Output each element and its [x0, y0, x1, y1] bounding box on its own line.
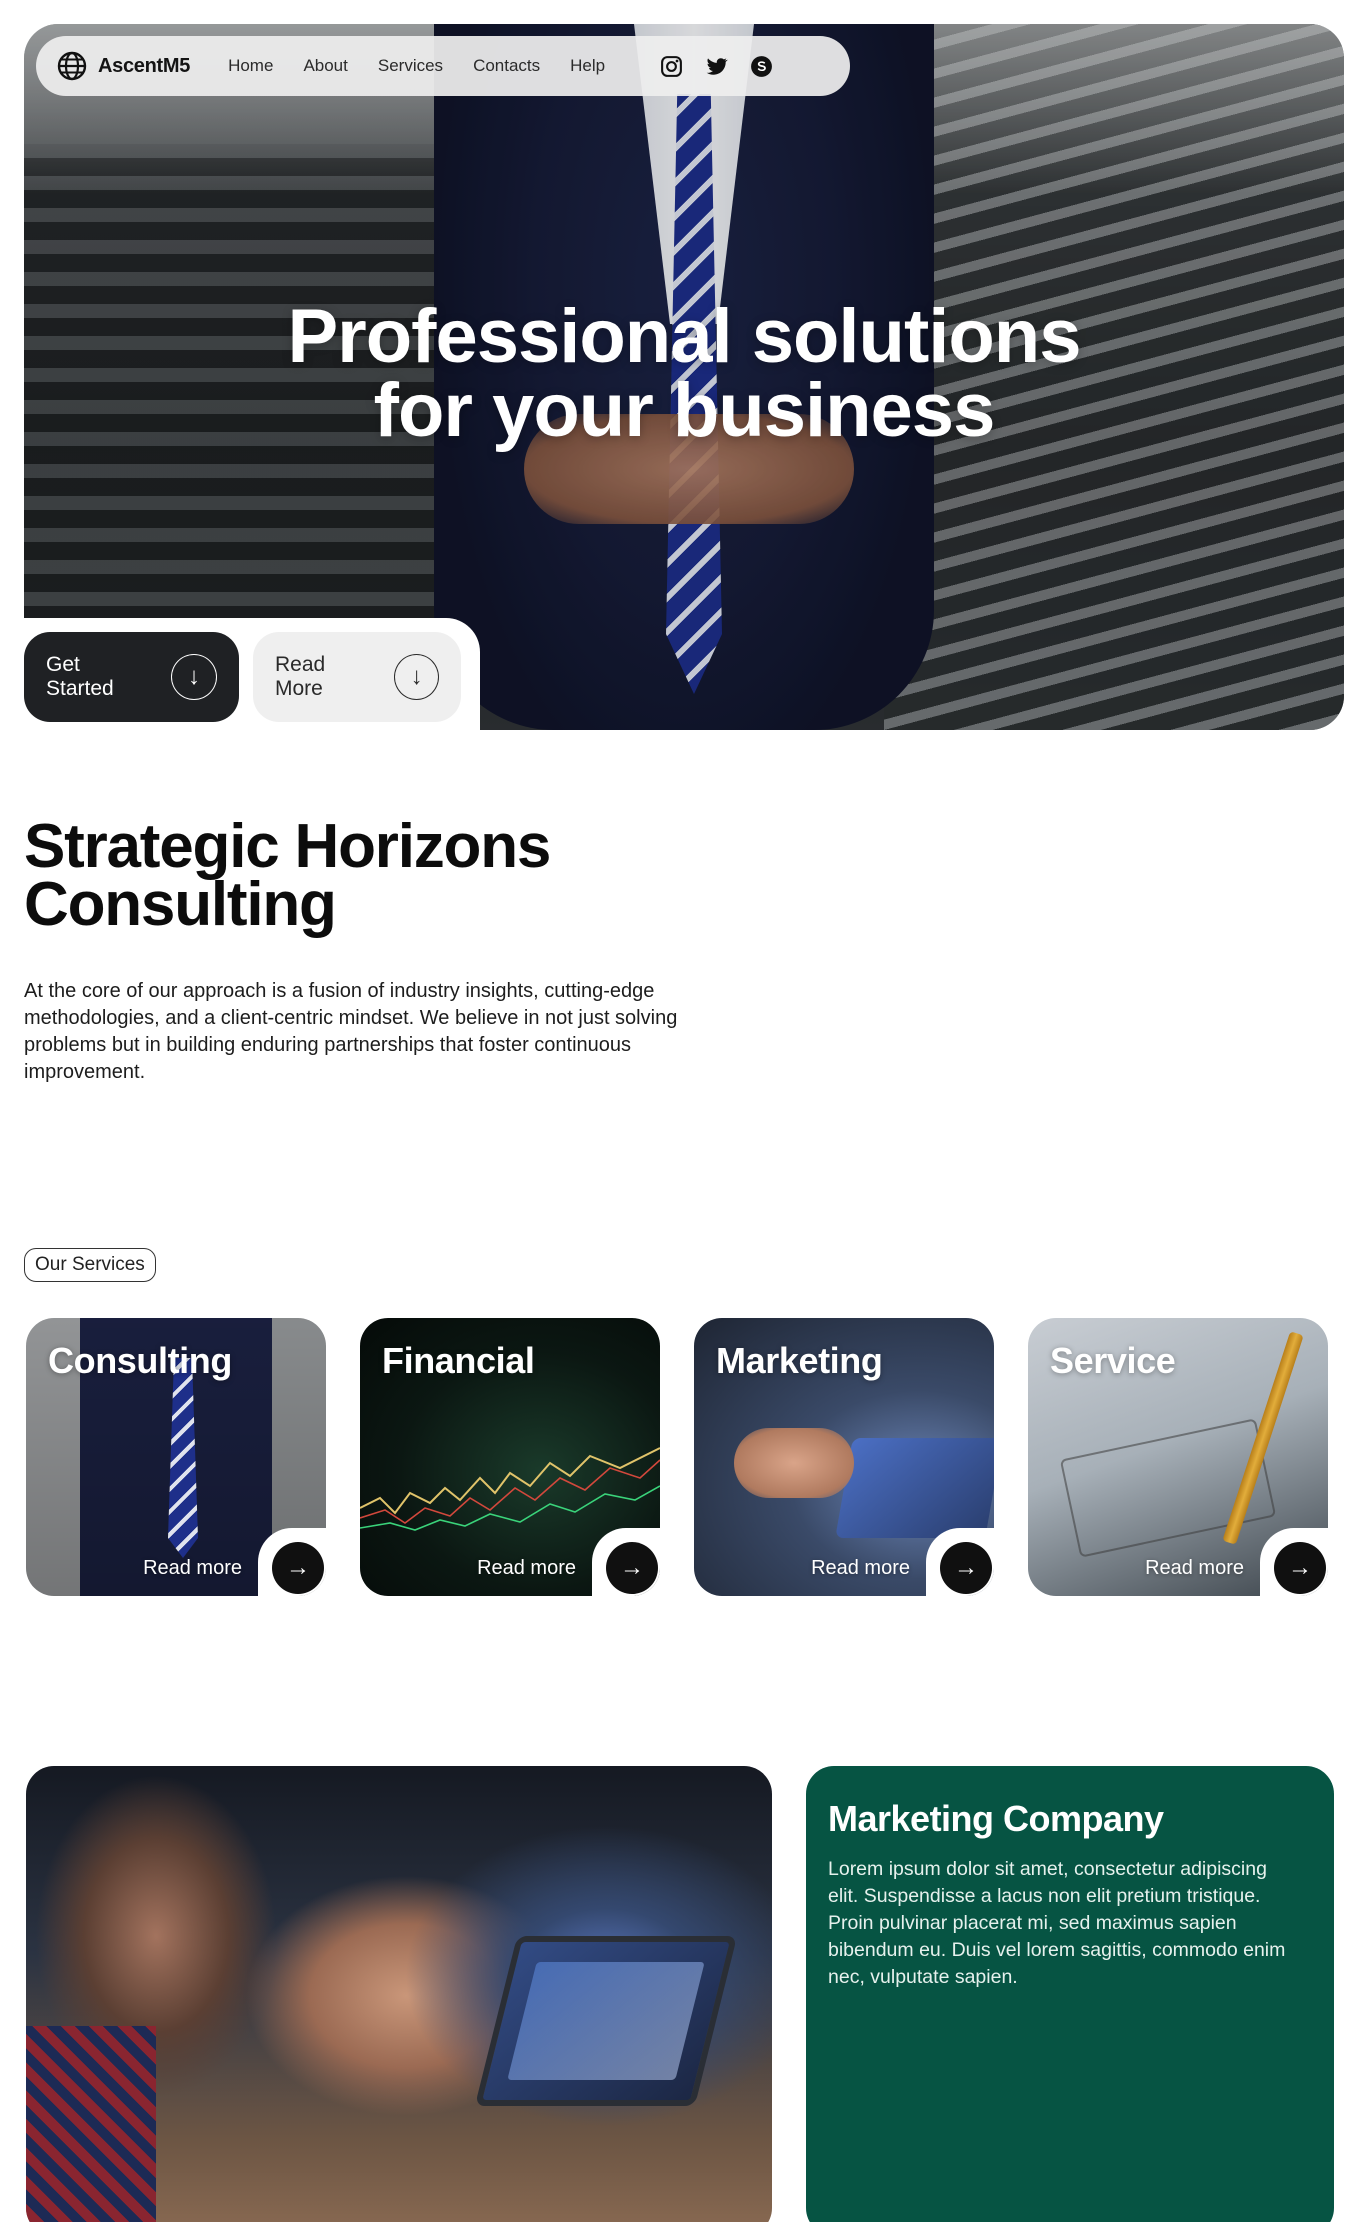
service-card-marketing[interactable]: Marketing Read more →	[694, 1318, 994, 1596]
card-title: Marketing	[716, 1340, 883, 1381]
card-read-more-link[interactable]: Read more	[477, 1557, 576, 1580]
card-read-more-link[interactable]: Read more	[1145, 1557, 1244, 1580]
skype-icon[interactable]	[749, 54, 774, 79]
arrow-right-icon[interactable]: →	[1274, 1542, 1326, 1594]
service-card-consulting[interactable]: Consulting Read more →	[26, 1318, 326, 1596]
nav-link-about[interactable]: About	[303, 56, 347, 76]
card-title: Consulting	[48, 1340, 232, 1381]
social-links	[659, 54, 774, 79]
service-card-service[interactable]: Service Read more →	[1028, 1318, 1328, 1596]
section-title-line2: Consulting	[24, 870, 337, 939]
arrow-down-icon: ↓	[394, 654, 439, 700]
card-title: Financial	[382, 1340, 535, 1381]
card-image-laptop	[835, 1438, 994, 1538]
hero-title-line2: for your business	[373, 368, 996, 453]
arrow-right-icon[interactable]: →	[606, 1542, 658, 1594]
top-navbar: AscentM5 Home About Services Contacts He…	[36, 36, 850, 96]
globe-icon	[57, 51, 87, 81]
card-read-more-link[interactable]: Read more	[811, 1557, 910, 1580]
feature-text: Lorem ipsum dolor sit amet, consectetur …	[828, 1858, 1286, 1988]
nav-link-services[interactable]: Services	[378, 56, 443, 76]
brand-name: AscentM5	[98, 54, 191, 77]
nav-link-help[interactable]: Help	[570, 56, 605, 76]
arrow-down-icon: ↓	[171, 654, 217, 700]
hero-title: Professional solutions for your business	[24, 299, 1344, 449]
read-more-button[interactable]: Read More ↓	[253, 632, 461, 722]
read-more-label: Read More	[275, 653, 326, 700]
brand-logo[interactable]: AscentM5	[56, 50, 190, 82]
intro-paragraph: At the core of our approach is a fusion …	[24, 980, 678, 1083]
feature-photo-laptop	[474, 1936, 738, 2106]
nav-link-contacts[interactable]: Contacts	[473, 56, 540, 76]
get-started-label: Get Started	[46, 653, 114, 700]
feature-title: Marketing Company	[828, 1798, 1164, 1839]
feature-photo-shirt	[26, 2026, 156, 2222]
instagram-icon[interactable]	[659, 54, 684, 79]
section-title: Strategic Horizons Consulting	[24, 816, 784, 936]
card-image-tie	[168, 1358, 198, 1558]
hero-title-line1: Professional solutions	[287, 294, 1081, 379]
twitter-icon[interactable]	[704, 54, 729, 79]
get-started-button[interactable]: Get Started ↓	[24, 632, 239, 722]
card-read-more-link[interactable]: Read more	[143, 1557, 242, 1580]
service-card-financial[interactable]: Financial Read more →	[360, 1318, 660, 1596]
nav-links: Home About Services Contacts Help	[228, 56, 605, 76]
nav-link-home[interactable]: Home	[228, 56, 273, 76]
card-image-hands	[734, 1428, 854, 1498]
feature-card: Marketing Company Lorem ipsum dolor sit …	[806, 1766, 1334, 2222]
arrow-right-icon[interactable]: →	[940, 1542, 992, 1594]
services-badge: Our Services	[24, 1248, 156, 1282]
feature-photo	[26, 1766, 772, 2222]
arrow-right-icon[interactable]: →	[272, 1542, 324, 1594]
card-title: Service	[1050, 1340, 1176, 1381]
